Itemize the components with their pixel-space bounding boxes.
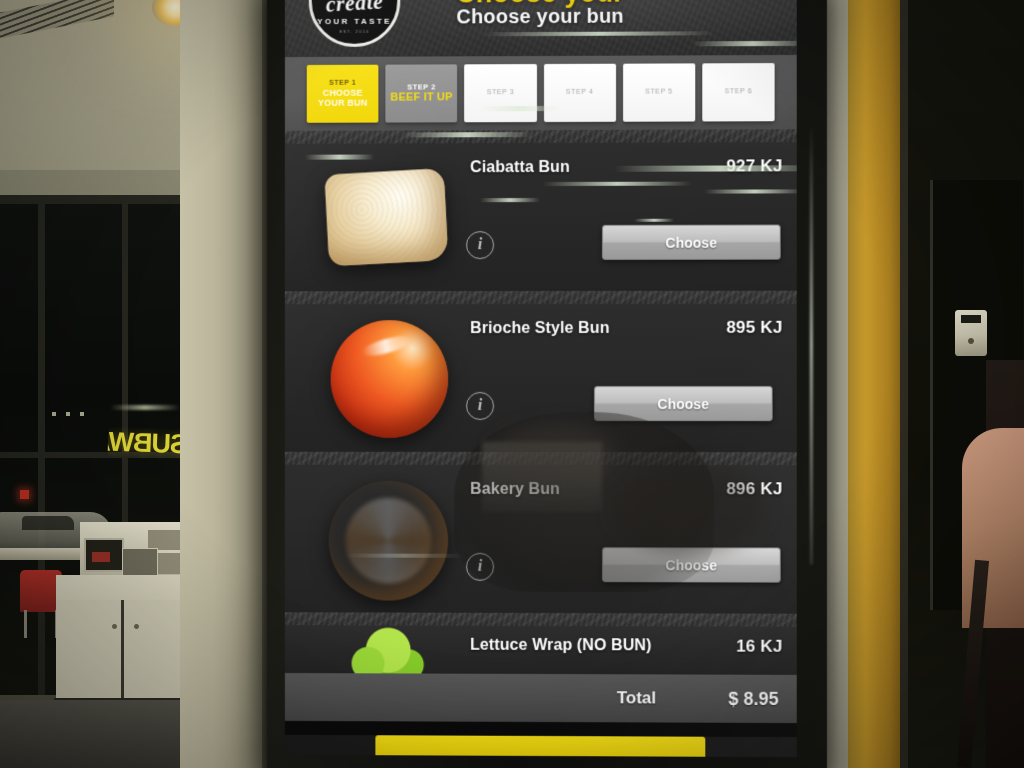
step-tab-6[interactable]: STEP 6 — [702, 63, 775, 122]
window-mullion — [0, 195, 196, 204]
floor — [0, 700, 200, 768]
choose-button-bakery-bun[interactable]: Choose — [602, 547, 781, 583]
info-icon[interactable]: i — [466, 552, 495, 581]
continue-button[interactable] — [375, 735, 706, 758]
hutch-monitor — [84, 538, 124, 572]
brioche-style-bun-image — [319, 310, 454, 446]
choose-button-brioche-style-bun[interactable]: Choose — [594, 386, 773, 422]
info-icon[interactable]: i — [466, 231, 495, 260]
primary-cta-bar — [285, 735, 797, 758]
tray — [122, 548, 158, 576]
item-energy: 927 KJ — [726, 156, 783, 176]
list-item-ciabatta-bun[interactable]: Ciabatta Bun 927 KJ i Choose — [284, 142, 797, 292]
car-window — [22, 516, 74, 530]
step-tab-1[interactable]: STEP 1 CHOOSE YOUR BUN — [306, 64, 379, 123]
photo-scene: SUBWAY Choose your bun create YOUR TASTE… — [0, 0, 1024, 768]
yellow-pillar — [848, 0, 904, 768]
step-tab-3-number: STEP 3 — [486, 89, 515, 97]
bun-options-list: Ciabatta Bun 927 KJ i Choose Brioche Sty… — [284, 129, 797, 675]
step-tab-2-number: STEP 2 — [407, 82, 436, 92]
info-icon[interactable]: i — [466, 391, 495, 420]
door-frame — [900, 0, 908, 768]
list-item-brioche-style-bun[interactable]: Brioche Style Bun 895 KJ i Choose — [284, 303, 797, 453]
chair-legs — [24, 610, 58, 638]
reflected-subway-sign: SUBWAY — [107, 426, 189, 460]
step-tab-5[interactable]: STEP 5 — [622, 63, 696, 122]
counter-cabinet-doors — [56, 600, 190, 705]
total-bar: Total $ 8.95 — [284, 673, 797, 724]
step-tab-2-label: BEEF IT UP — [390, 91, 453, 104]
item-name: Bakery Bun — [470, 480, 560, 499]
cabinet-handle — [134, 624, 139, 629]
step-tab-6-number: STEP 6 — [724, 88, 753, 96]
cabinet-handle — [112, 624, 117, 629]
logo-wordmark: create — [325, 0, 384, 17]
lettuce-wrap-image — [329, 627, 439, 674]
step-tab-1-number: STEP 1 — [329, 79, 357, 87]
step-tab-2[interactable]: STEP 2 BEEF IT UP — [385, 64, 458, 123]
logo-established: EST. 2014 — [339, 28, 370, 34]
interior-light-strip — [110, 405, 180, 410]
create-your-taste-logo: create YOUR TASTE EST. 2014 — [308, 0, 401, 48]
choose-button-ciabatta-bun[interactable]: Choose — [602, 224, 781, 260]
step-tab-3[interactable]: STEP 3 — [464, 64, 537, 123]
ciabatta-bun-image — [319, 149, 454, 285]
step-tab-4[interactable]: STEP 4 — [543, 63, 616, 123]
step-tab-4-number: STEP 4 — [565, 88, 594, 97]
item-name: Ciabatta Bun — [470, 158, 570, 177]
left-pillar — [180, 0, 266, 768]
total-label: Total — [616, 688, 657, 708]
wall-mounted-device — [955, 310, 987, 356]
item-energy: 16 KJ — [736, 636, 783, 656]
kiosk-screen[interactable]: Choose your Choose your bun create YOUR … — [284, 0, 797, 758]
pin-lights — [52, 412, 92, 416]
list-item-bakery-bun[interactable]: Bakery Bun 896 KJ i Choose — [284, 464, 797, 614]
step-tab-5-number: STEP 5 — [645, 88, 673, 96]
list-separator — [284, 451, 797, 466]
list-item-lettuce-wrap[interactable]: Lettuce Wrap (NO BUN) 16 KJ — [284, 625, 797, 675]
screen-header: Choose your Choose your bun create YOUR … — [284, 0, 797, 58]
list-separator — [284, 290, 797, 305]
kiosk-bezel: Choose your Choose your bun create YOUR … — [267, 0, 827, 768]
item-energy: 895 KJ — [726, 317, 783, 337]
red-indicator-light — [20, 490, 29, 499]
item-name: Brioche Style Bun — [470, 319, 610, 338]
step-tab-1-label: CHOOSE YOUR BUN — [317, 87, 368, 108]
bakery-bun-image — [319, 471, 454, 607]
step-tabs: STEP 1 CHOOSE YOUR BUN STEP 2 BEEF IT UP… — [284, 54, 797, 131]
total-value: $ 8.95 — [728, 688, 779, 709]
item-energy: 896 KJ — [726, 479, 783, 499]
bezel-glare — [809, 123, 813, 565]
item-name: Lettuce Wrap (NO BUN) — [470, 636, 652, 655]
logo-tagline: YOUR TASTE — [317, 16, 392, 27]
